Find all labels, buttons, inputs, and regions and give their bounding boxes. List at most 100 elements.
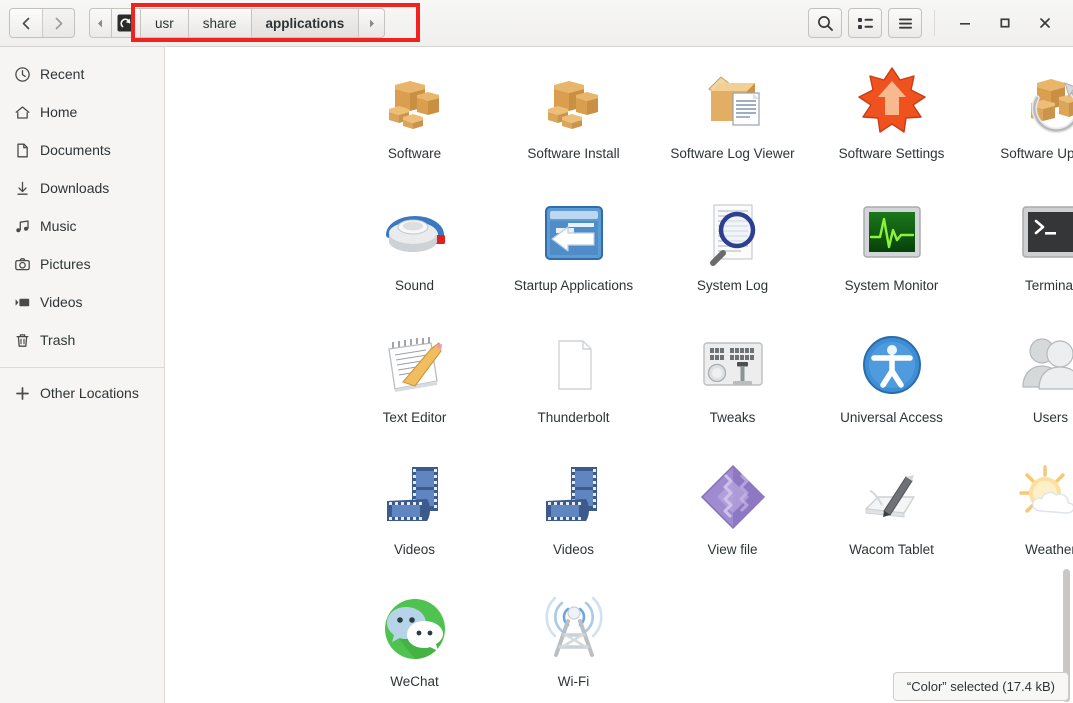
breadcrumb-item-share[interactable]: share	[188, 8, 252, 38]
file-label: Startup Applications	[513, 278, 634, 293]
path-previous-button[interactable]	[89, 8, 111, 38]
file-item[interactable]: WeChat	[335, 585, 494, 703]
wechat-icon	[377, 591, 453, 667]
file-item[interactable]: Software Settings	[812, 57, 971, 189]
orange-star-arrow-icon	[854, 63, 930, 139]
file-item[interactable]: View file	[653, 453, 812, 585]
file-item[interactable]: Videos	[494, 453, 653, 585]
file-item[interactable]: Videos	[335, 453, 494, 585]
package-stack-icon	[377, 63, 453, 139]
root-location-button[interactable]	[111, 8, 141, 38]
header-separator	[934, 10, 935, 36]
file-item[interactable]: System Log	[653, 189, 812, 321]
file-manager-window: usr share applications Recent Home Docum…	[0, 0, 1073, 703]
file-label: Wi-Fi	[557, 674, 590, 689]
forward-button[interactable]	[42, 9, 74, 37]
file-label: Text Editor	[382, 410, 447, 425]
file-item[interactable]: Terminal	[971, 189, 1073, 321]
maximize-button[interactable]	[990, 8, 1020, 38]
tablet-stylus-icon	[854, 459, 930, 535]
file-item[interactable]: Thunderbolt	[494, 321, 653, 453]
file-label: System Log	[696, 278, 769, 293]
breadcrumb-item-applications[interactable]: applications	[251, 8, 360, 38]
purple-diamond-icon	[695, 459, 771, 535]
breadcrumb-next-button[interactable]	[359, 8, 386, 38]
file-item[interactable]: Startup Applications	[494, 189, 653, 321]
file-label: Videos	[552, 542, 595, 557]
file-item[interactable]: Weather	[971, 453, 1073, 585]
sun-cloud-icon	[1013, 459, 1073, 535]
antenna-icon	[536, 591, 612, 667]
file-area[interactable]: Software Software Install Software Log V…	[165, 47, 1073, 703]
file-item[interactable]: System Monitor	[812, 189, 971, 321]
file-item[interactable]: Software Install	[494, 57, 653, 189]
sidebar-item-music[interactable]: Music	[0, 207, 164, 245]
file-item[interactable]: Software Log Viewer	[653, 57, 812, 189]
sidebar-item-other-locations[interactable]: Other Locations	[0, 374, 164, 412]
file-label: Videos	[393, 542, 436, 557]
breadcrumb-item-usr[interactable]: usr	[141, 8, 189, 38]
file-item[interactable]: Software Update	[971, 57, 1073, 189]
file-label: Terminal	[1024, 278, 1073, 293]
file-label: Software Settings	[838, 146, 945, 161]
file-item[interactable]: Wi-Fi	[494, 585, 653, 703]
sidebar-item-label: Downloads	[40, 180, 110, 196]
file-item[interactable]: Sound	[335, 189, 494, 321]
sidebar-item-pictures[interactable]: Pictures	[0, 245, 164, 283]
file-item[interactable]: Software	[335, 57, 494, 189]
file-label: Software Install	[527, 146, 620, 161]
file-item[interactable]: Tweaks	[653, 321, 812, 453]
file-label: Software Update	[1000, 146, 1073, 161]
file-label: System Monitor	[844, 278, 939, 293]
file-item[interactable]: Text Editor	[335, 321, 494, 453]
download-icon	[14, 180, 40, 197]
status-bar: “Color” selected (17.4 kB)	[892, 672, 1069, 701]
file-item[interactable]: Universal Access	[812, 321, 971, 453]
minimize-button[interactable]	[950, 8, 980, 38]
sidebar-item-documents[interactable]: Documents	[0, 131, 164, 169]
close-button[interactable]	[1030, 8, 1060, 38]
sidebar-item-trash[interactable]: Trash	[0, 321, 164, 359]
trash-icon	[14, 332, 40, 349]
sidebar-item-recent[interactable]: Recent	[0, 55, 164, 93]
document-icon	[14, 142, 40, 159]
navigation-buttons	[9, 8, 75, 38]
icon-grid: Software Software Install Software Log V…	[165, 47, 1073, 703]
menu-button[interactable]	[888, 8, 922, 38]
sidebar: Recent Home Documents Downloads Music Pi…	[0, 47, 165, 703]
camera-icon	[14, 256, 40, 273]
sidebar-item-home[interactable]: Home	[0, 93, 164, 131]
sidebar-item-label: Home	[40, 104, 78, 120]
file-label: Universal Access	[840, 410, 943, 425]
green-monitor-icon	[854, 195, 930, 271]
sidebar-item-label: Videos	[40, 294, 83, 310]
file-label: Sound	[394, 278, 435, 293]
control-panel-icon	[695, 327, 771, 403]
home-icon	[14, 104, 40, 121]
file-label: Users	[1032, 410, 1069, 425]
file-item[interactable]: Wacom Tablet	[812, 453, 971, 585]
back-button[interactable]	[10, 9, 42, 37]
package-stack-icon	[536, 63, 612, 139]
window-body: Recent Home Documents Downloads Music Pi…	[0, 47, 1073, 703]
notepad-pencil-icon	[377, 327, 453, 403]
sidebar-item-label: Recent	[40, 66, 85, 82]
file-item[interactable]: Users	[971, 321, 1073, 453]
sidebar-item-label: Music	[40, 218, 77, 234]
file-label: Software Log Viewer	[670, 146, 795, 161]
accessibility-icon	[854, 327, 930, 403]
file-label: Thunderbolt	[537, 410, 610, 425]
sidebar-item-label: Documents	[40, 142, 111, 158]
search-button[interactable]	[808, 8, 842, 38]
sidebar-divider	[0, 367, 164, 368]
header-left-group: usr share applications	[0, 8, 386, 38]
clock-icon	[14, 66, 40, 83]
file-label: View file	[707, 542, 758, 557]
file-label: WeChat	[390, 674, 439, 689]
sidebar-item-downloads[interactable]: Downloads	[0, 169, 164, 207]
view-options-button[interactable]	[848, 8, 882, 38]
header-right-group	[808, 8, 1073, 38]
film-strip-icon	[377, 459, 453, 535]
sidebar-item-videos[interactable]: Videos	[0, 283, 164, 321]
sidebar-item-label: Pictures	[40, 256, 91, 272]
